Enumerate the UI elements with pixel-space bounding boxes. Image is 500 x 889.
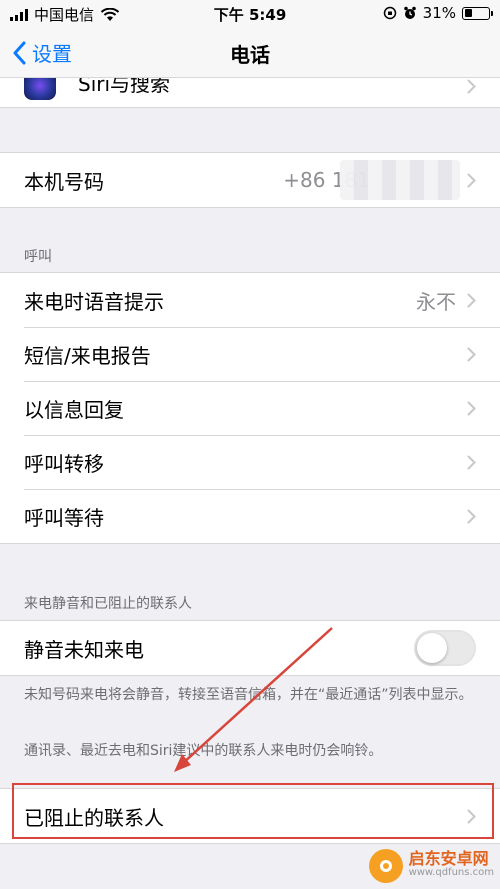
section-header-calls: 呼叫 [24, 249, 52, 265]
back-button[interactable]: 设置 [12, 38, 72, 67]
blocked-contacts-row[interactable]: 已阻止的联系人 [0, 789, 500, 843]
silence-unknown-callers-row: 静音未知来电 [0, 621, 500, 675]
battery-fill [464, 9, 472, 17]
silence-unknown-callers-label: 静音未知来电 [24, 637, 144, 662]
announce-calls-label: 来电时语音提示 [24, 289, 164, 314]
blocked-contacts-group: 已阻止的联系人 [0, 788, 500, 844]
page-title: 电话 [230, 43, 270, 67]
chevron-right-icon [467, 293, 476, 308]
watermark: 启东安卓网 www.qdfuns.com [368, 849, 494, 883]
sms-call-reporting-label: 短信/来电报告 [24, 343, 151, 368]
chevron-right-icon [467, 401, 476, 416]
battery-percent: 31% [422, 4, 456, 22]
call-waiting-label: 呼叫等待 [24, 505, 104, 530]
chevron-right-icon [467, 347, 476, 362]
chevron-right-icon [467, 455, 476, 470]
silence-group: 静音未知来电 [0, 620, 500, 676]
call-forwarding-row[interactable]: 呼叫转移 [0, 435, 500, 489]
announce-calls-row[interactable]: 来电时语音提示 永不 [0, 273, 500, 327]
section-header-silence: 来电静音和已阻止的联系人 [24, 596, 192, 612]
respond-with-text-label: 以信息回复 [24, 397, 124, 422]
siri-search-row[interactable]: Siri与搜索 [0, 78, 500, 108]
call-waiting-row[interactable]: 呼叫等待 [0, 489, 500, 543]
announce-calls-value: 永不 [416, 289, 456, 314]
sms-call-reporting-row[interactable]: 短信/来电报告 [0, 327, 500, 381]
chevron-right-icon [467, 79, 476, 93]
battery-icon [462, 6, 493, 20]
contacts-ring-footnote: 通讯录、最近去电和Siri建议中的联系人来电时仍会响铃。 [24, 743, 383, 759]
phone-number-row[interactable]: 本机号码 +86 181 [0, 153, 500, 207]
back-label: 设置 [32, 42, 72, 66]
watermark-title: 启东安卓网 [408, 849, 489, 868]
phone-number-label: 本机号码 [24, 169, 104, 194]
status-right: 31% [383, 4, 493, 22]
chevron-right-icon [467, 809, 476, 824]
respond-with-text-row[interactable]: 以信息回复 [0, 381, 500, 435]
status-bar: 中国电信 下午 5:49 31% [0, 0, 500, 26]
silence-footnote: 未知号码来电将会静音，转接至语音信箱，并在“最近通话”列表中显示。 [24, 687, 473, 703]
orientation-lock-icon [383, 6, 396, 20]
navigation-bar: 设置 电话 [0, 26, 500, 78]
siri-icon [24, 78, 56, 100]
chevron-right-icon [467, 509, 476, 524]
alarm-icon [403, 6, 416, 19]
chevron-left-icon [13, 41, 26, 64]
watermark-logo-icon [368, 849, 403, 883]
calls-group: 来电时语音提示 永不 短信/来电报告 以信息回复 呼叫转移 呼叫等待 [0, 272, 500, 544]
redacted-number-blur [340, 160, 460, 200]
call-forwarding-label: 呼叫转移 [24, 451, 104, 476]
phone-number-group: 本机号码 +86 181 [0, 152, 500, 208]
blocked-contacts-label: 已阻止的联系人 [24, 805, 164, 830]
watermark-url: www.qdfuns.com [408, 867, 494, 878]
chevron-right-icon [467, 173, 476, 188]
watermark-text: 启东安卓网 www.qdfuns.com [408, 849, 494, 880]
toggle-knob [417, 633, 447, 663]
siri-search-label: Siri与搜索 [78, 78, 171, 96]
silence-unknown-callers-toggle[interactable] [414, 630, 476, 666]
